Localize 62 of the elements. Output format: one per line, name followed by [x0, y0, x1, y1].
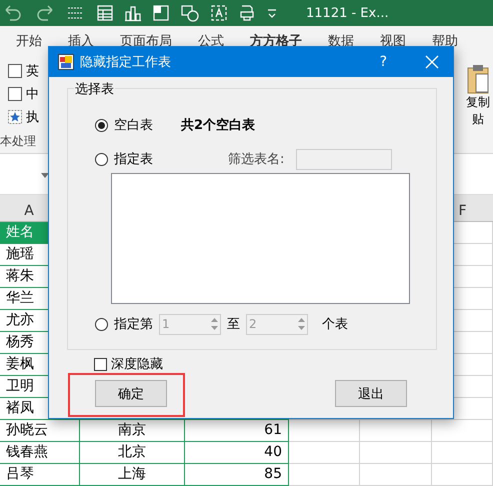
app-icon: [58, 54, 74, 70]
table-cell: 上海: [80, 464, 185, 486]
sheet-unit-label: 个表: [322, 316, 348, 333]
checkbox[interactable]: [94, 358, 107, 370]
ribbon-tab[interactable]: 页面布局: [113, 32, 179, 50]
ribbon-tab[interactable]: 开始: [9, 32, 49, 50]
table-cell: [360, 442, 432, 464]
group-label: 本处理: [0, 133, 37, 150]
shapes-icon[interactable]: [180, 4, 200, 22]
ribbon-tab[interactable]: 数据: [321, 32, 361, 50]
dropdown-caret-icon[interactable]: [41, 173, 49, 178]
table-cell: 吕琴: [0, 464, 80, 486]
table-cell: 85: [185, 464, 289, 486]
ribbon-tab[interactable]: 视图: [373, 32, 413, 50]
table-cell: 南京: [80, 420, 185, 442]
dialog-button[interactable]: 确定: [95, 380, 167, 407]
blank-sheet-count: 共2个空白表: [181, 116, 256, 134]
range-label: 至: [227, 316, 240, 333]
radio-button[interactable]: [95, 118, 108, 132]
dialog-button[interactable]: 退出: [335, 380, 407, 407]
printer-icon[interactable]: [238, 4, 256, 22]
filter-label: 筛选表名:: [228, 151, 284, 168]
table-cell: [289, 442, 360, 464]
dialog-title: 隐藏指定工作表: [80, 54, 172, 71]
table-cell: [360, 464, 432, 486]
sheet-list[interactable]: [111, 173, 410, 304]
table-cell: [432, 464, 493, 486]
radio-label[interactable]: 空白表: [114, 116, 153, 134]
radio-label[interactable]: 指定表: [114, 150, 153, 168]
option-label[interactable]: 执: [26, 108, 39, 126]
ribbon-tab[interactable]: 方方格子: [243, 32, 309, 50]
table-cell: 孙晓云: [0, 420, 80, 442]
table-icon[interactable]: [96, 4, 114, 22]
close-icon[interactable]: [425, 55, 439, 69]
checkbox-label[interactable]: 深度隐藏: [111, 355, 163, 373]
ribbon-tab[interactable]: 公式: [191, 32, 231, 50]
radio-button[interactable]: [95, 152, 108, 166]
checkbox[interactable]: [8, 64, 22, 78]
checkbox[interactable]: [8, 87, 22, 101]
ribbon-tab[interactable]: 插入: [61, 32, 101, 50]
clipboard-icon[interactable]: [467, 64, 489, 94]
paste-label[interactable]: 贴: [472, 111, 484, 128]
table-cell: 40: [185, 442, 289, 464]
window-title: 11121 - Ex...: [306, 6, 389, 20]
table-cell: 北京: [80, 442, 185, 464]
table-cell: [360, 420, 432, 442]
bar-chart-icon[interactable]: [124, 4, 142, 22]
group-title: 选择表: [74, 80, 115, 98]
ribbon-tab[interactable]: 帮助: [425, 32, 465, 50]
paste-label[interactable]: 复制: [466, 94, 490, 111]
text-box-icon[interactable]: [210, 4, 228, 22]
table-cell: 钱春燕: [0, 442, 80, 464]
table-cell: [432, 442, 493, 464]
help-button[interactable]: ?: [380, 54, 387, 70]
star-icon[interactable]: [8, 110, 22, 124]
table-cell: [289, 464, 360, 486]
table-cell: [432, 420, 493, 442]
table-cell: [289, 420, 360, 442]
option-label[interactable]: 英: [26, 62, 39, 80]
table-cell: 61: [185, 420, 289, 442]
grid-icon[interactable]: [152, 4, 170, 22]
option-label[interactable]: 中: [26, 85, 39, 103]
